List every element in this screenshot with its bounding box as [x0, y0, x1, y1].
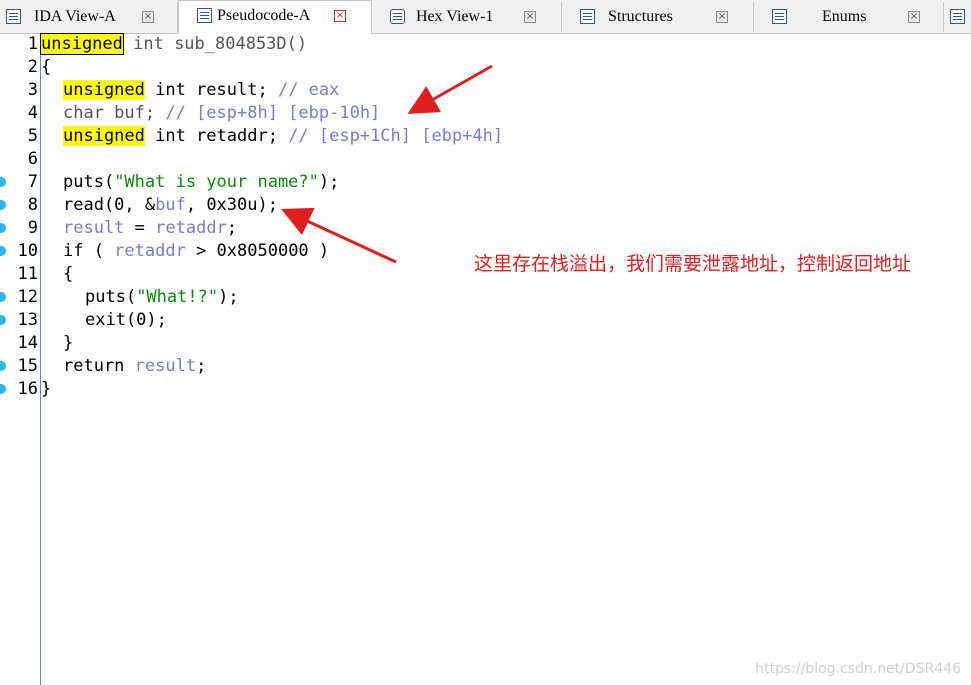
annotation-arrows [281, 64, 493, 264]
arrow-to-buf-comment [407, 64, 493, 114]
arrow-to-read-call [281, 207, 397, 264]
watermark: https://blog.csdn.net/DSR446 [755, 661, 961, 677]
annotation-text: 这里存在栈溢出，我们需要泄露地址，控制返回地址 [474, 253, 912, 275]
